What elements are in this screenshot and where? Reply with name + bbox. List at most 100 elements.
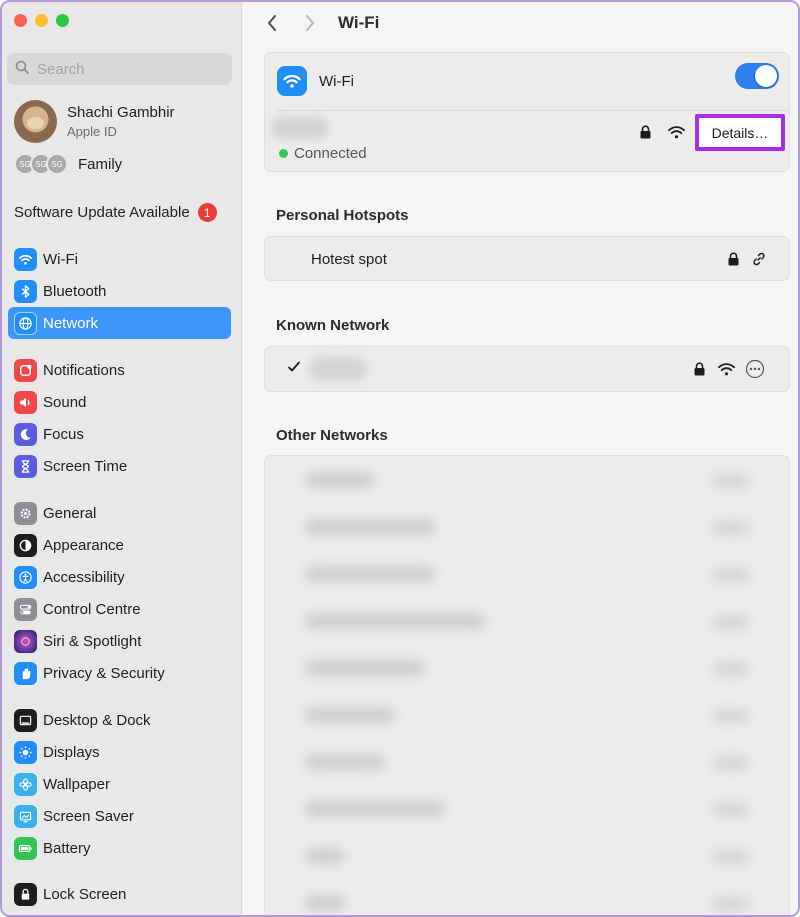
sidebar-item-wallpaper[interactable]: Wallpaper	[8, 768, 231, 800]
sidebar-item-label: Wi-Fi	[43, 250, 78, 268]
network-name-redacted	[271, 117, 329, 139]
hotspot-row[interactable]: Hotest spot	[264, 236, 790, 281]
redacted-network-row[interactable]	[305, 801, 445, 817]
globe-icon	[14, 311, 37, 335]
sidebar-item-label: Lock Screen	[43, 885, 127, 903]
link-icon	[751, 251, 767, 272]
redacted-signal	[713, 662, 749, 676]
nav-group-notifications: Notifications Sound Focus Screen Time	[8, 354, 231, 482]
main-pane: Wi-Fi Wi-Fi Connected Details… Personal …	[242, 2, 798, 915]
sidebar-item-label: Accessibility	[43, 568, 125, 586]
redacted-signal	[713, 756, 749, 770]
sidebar-item-label: Sound	[43, 393, 87, 411]
sidebar-item-lock-screen[interactable]: Lock Screen	[8, 878, 231, 910]
sidebar-item-privacy-security[interactable]: Privacy & Security	[8, 657, 231, 689]
redacted-signal	[713, 474, 749, 488]
wifi-icon	[14, 247, 37, 271]
redacted-network-row[interactable]	[305, 754, 385, 770]
sidebar: Shachi Gambhir Apple ID SG SG SG Family …	[2, 2, 242, 915]
sidebar-item-label: Battery	[43, 839, 91, 857]
sidebar-item-wifi[interactable]: Wi-Fi	[8, 243, 231, 275]
sidebar-item-label: Control Centre	[43, 600, 141, 618]
screensaver-icon	[14, 804, 37, 828]
wifi-card: Wi-Fi Connected Details…	[264, 52, 790, 172]
sidebar-item-bluetooth[interactable]: Bluetooth	[8, 275, 231, 307]
accessibility-icon	[14, 565, 37, 589]
battery-icon	[14, 836, 37, 860]
redacted-signal	[713, 521, 749, 535]
sidebar-item-label: Screen Saver	[43, 807, 134, 825]
settings-window: Shachi Gambhir Apple ID SG SG SG Family …	[0, 0, 800, 917]
sidebar-item-label: Displays	[43, 743, 100, 761]
known-network-row[interactable]	[264, 346, 790, 392]
forward-button[interactable]	[300, 10, 320, 36]
personal-hotspots-heading: Personal Hotspots	[276, 207, 409, 224]
divider	[277, 110, 789, 111]
redacted-network-row[interactable]	[305, 660, 425, 676]
search-input[interactable]	[37, 60, 207, 78]
family-item[interactable]: SG SG SG Family	[14, 153, 122, 175]
nav-group-desktop: Desktop & Dock Displays Wallpaper Screen…	[8, 704, 231, 864]
sidebar-item-network[interactable]: Network	[8, 307, 231, 339]
apple-id-account[interactable]: Shachi Gambhir Apple ID	[14, 100, 175, 143]
redacted-signal	[713, 850, 749, 864]
redacted-network-row[interactable]	[305, 848, 345, 864]
speaker-icon	[14, 390, 37, 414]
redacted-signal	[713, 568, 749, 582]
sidebar-item-label: Focus	[43, 425, 84, 443]
user-name: Shachi Gambhir	[67, 104, 175, 121]
sidebar-item-focus[interactable]: Focus	[8, 418, 231, 450]
known-network-heading: Known Network	[276, 317, 390, 334]
connected-dot	[279, 149, 288, 158]
close-window-button[interactable]	[14, 14, 27, 27]
sidebar-item-siri-spotlight[interactable]: Siri & Spotlight	[8, 625, 231, 657]
zoom-window-button[interactable]	[56, 14, 69, 27]
software-update-item[interactable]: Software Update Available 1	[14, 203, 217, 222]
sidebar-item-label: Notifications	[43, 361, 125, 379]
nav-group-general: General Appearance Accessibility Control…	[8, 497, 231, 689]
bell-icon	[14, 358, 37, 382]
sidebar-item-label: Desktop & Dock	[43, 711, 151, 729]
sidebar-item-control-centre[interactable]: Control Centre	[8, 593, 231, 625]
redacted-network-row[interactable]	[305, 707, 395, 723]
sidebar-item-label: Siri & Spotlight	[43, 632, 142, 650]
sidebar-item-desktop-dock[interactable]: Desktop & Dock	[8, 704, 231, 736]
sidebar-item-screen-time[interactable]: Screen Time	[8, 450, 231, 482]
sidebar-item-screen-saver[interactable]: Screen Saver	[8, 800, 231, 832]
wifi-signal-icon	[668, 125, 685, 144]
sidebar-item-general[interactable]: General	[8, 497, 231, 529]
toggles-icon	[14, 597, 37, 621]
sidebar-item-accessibility[interactable]: Accessibility	[8, 561, 231, 593]
chevron-left-icon	[268, 15, 276, 31]
appearance-icon	[14, 533, 37, 557]
lock-screen-icon	[14, 882, 37, 906]
redacted-signal	[713, 615, 749, 629]
redacted-network-row[interactable]	[305, 895, 345, 911]
connection-status: Connected	[279, 145, 367, 162]
redacted-network-row[interactable]	[305, 472, 375, 488]
sidebar-item-battery[interactable]: Battery	[8, 832, 231, 864]
sidebar-item-label: Wallpaper	[43, 775, 110, 793]
redacted-signal	[713, 803, 749, 817]
details-button[interactable]: Details…	[695, 114, 785, 151]
redacted-network-row[interactable]	[305, 613, 485, 629]
back-button[interactable]	[262, 10, 282, 36]
minimize-window-button[interactable]	[35, 14, 48, 27]
sidebar-item-notifications[interactable]: Notifications	[8, 354, 231, 386]
lock-icon	[728, 252, 739, 271]
more-options-button[interactable]	[745, 359, 765, 384]
wifi-toggle[interactable]	[735, 63, 779, 89]
other-networks-list	[264, 455, 790, 915]
redacted-signal	[713, 709, 749, 723]
redacted-network-row[interactable]	[305, 566, 435, 582]
sidebar-item-appearance[interactable]: Appearance	[8, 529, 231, 561]
sidebar-item-sound[interactable]: Sound	[8, 386, 231, 418]
sidebar-item-displays[interactable]: Displays	[8, 736, 231, 768]
sun-icon	[14, 740, 37, 764]
gear-icon	[14, 501, 37, 525]
connected-label: Connected	[294, 145, 367, 162]
sidebar-item-label: Appearance	[43, 536, 124, 554]
sidebar-item-label: Privacy & Security	[43, 664, 165, 682]
search-field[interactable]	[7, 53, 232, 85]
redacted-network-row[interactable]	[305, 519, 435, 535]
